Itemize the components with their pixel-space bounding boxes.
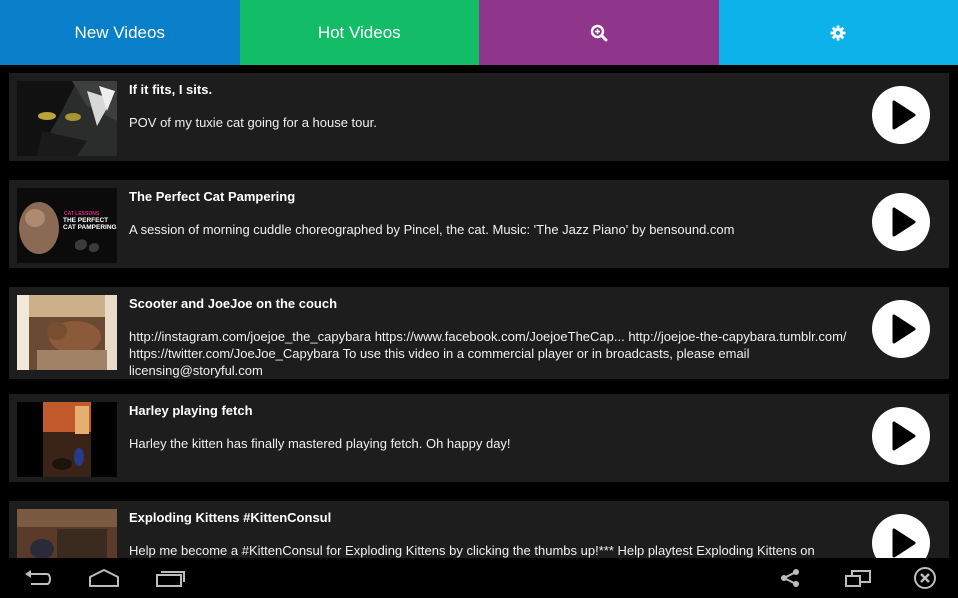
play-icon bbox=[892, 207, 916, 237]
play-icon bbox=[892, 100, 916, 130]
play-button[interactable] bbox=[872, 86, 930, 144]
gear-icon bbox=[830, 25, 846, 41]
video-description: Harley the kitten has finally mastered p… bbox=[129, 436, 511, 451]
video-item[interactable]: Exploding Kittens #KittenConsul Help me … bbox=[9, 501, 949, 558]
video-title: Exploding Kittens #KittenConsul bbox=[129, 510, 332, 525]
video-description: Help me become a #KittenConsul for Explo… bbox=[129, 543, 815, 558]
tab-bar: New Videos Hot Videos bbox=[0, 0, 958, 65]
video-thumbnail[interactable] bbox=[17, 295, 117, 370]
video-item[interactable]: Harley playing fetch Harley the kitten h… bbox=[9, 394, 949, 482]
video-thumbnail[interactable] bbox=[17, 402, 117, 477]
video-list[interactable]: If it fits, I sits. POV of my tuxie cat … bbox=[0, 65, 958, 558]
tab-hot-videos[interactable]: Hot Videos bbox=[239, 0, 479, 65]
play-icon bbox=[892, 314, 916, 344]
thumbnail-text: THE PERFECT CAT PAMPERING bbox=[63, 217, 117, 231]
video-title: Scooter and JoeJoe on the couch bbox=[129, 296, 338, 311]
video-item[interactable]: Scooter and JoeJoe on the couch http://i… bbox=[9, 287, 949, 379]
tab-new-videos[interactable]: New Videos bbox=[0, 0, 240, 65]
share-button[interactable] bbox=[772, 566, 808, 590]
window-button[interactable] bbox=[840, 566, 876, 590]
share-icon bbox=[781, 569, 799, 587]
tab-hot-videos-label: Hot Videos bbox=[317, 22, 401, 42]
search-icon bbox=[590, 24, 608, 42]
close-icon bbox=[914, 567, 936, 589]
play-icon bbox=[892, 528, 916, 558]
video-description: A session of morning cuddle choreographe… bbox=[129, 222, 735, 237]
play-icon bbox=[892, 421, 916, 451]
video-title: The Perfect Cat Pampering bbox=[129, 189, 296, 204]
video-item[interactable]: If it fits, I sits. POV of my tuxie cat … bbox=[9, 73, 949, 161]
video-title: Harley playing fetch bbox=[129, 403, 253, 418]
video-item[interactable]: CAT LESSONS THE PERFECT CAT PAMPERING Th… bbox=[9, 180, 949, 268]
play-button[interactable] bbox=[872, 300, 930, 358]
window-icon bbox=[845, 570, 871, 587]
recent-apps-button[interactable] bbox=[153, 566, 189, 590]
home-button[interactable] bbox=[86, 566, 122, 590]
video-description: http://instagram.com/joejoe_the_capybara… bbox=[129, 329, 847, 378]
tab-new-videos-label: New Videos bbox=[74, 22, 165, 42]
video-thumbnail[interactable] bbox=[17, 509, 117, 558]
play-button[interactable] bbox=[872, 407, 930, 465]
tab-search[interactable] bbox=[479, 0, 719, 65]
video-description: POV of my tuxie cat going for a house to… bbox=[129, 115, 377, 130]
close-button[interactable] bbox=[907, 566, 943, 590]
system-navigation-bar bbox=[0, 558, 958, 598]
tab-settings[interactable] bbox=[718, 0, 958, 65]
video-thumbnail[interactable] bbox=[17, 81, 117, 156]
play-button[interactable] bbox=[872, 514, 930, 558]
back-button[interactable] bbox=[20, 566, 56, 590]
play-button[interactable] bbox=[872, 193, 930, 251]
recent-apps-icon bbox=[156, 571, 185, 587]
back-icon bbox=[25, 570, 51, 585]
home-icon bbox=[89, 569, 119, 587]
video-thumbnail[interactable]: CAT LESSONS THE PERFECT CAT PAMPERING bbox=[17, 188, 117, 263]
video-title: If it fits, I sits. bbox=[129, 82, 213, 97]
